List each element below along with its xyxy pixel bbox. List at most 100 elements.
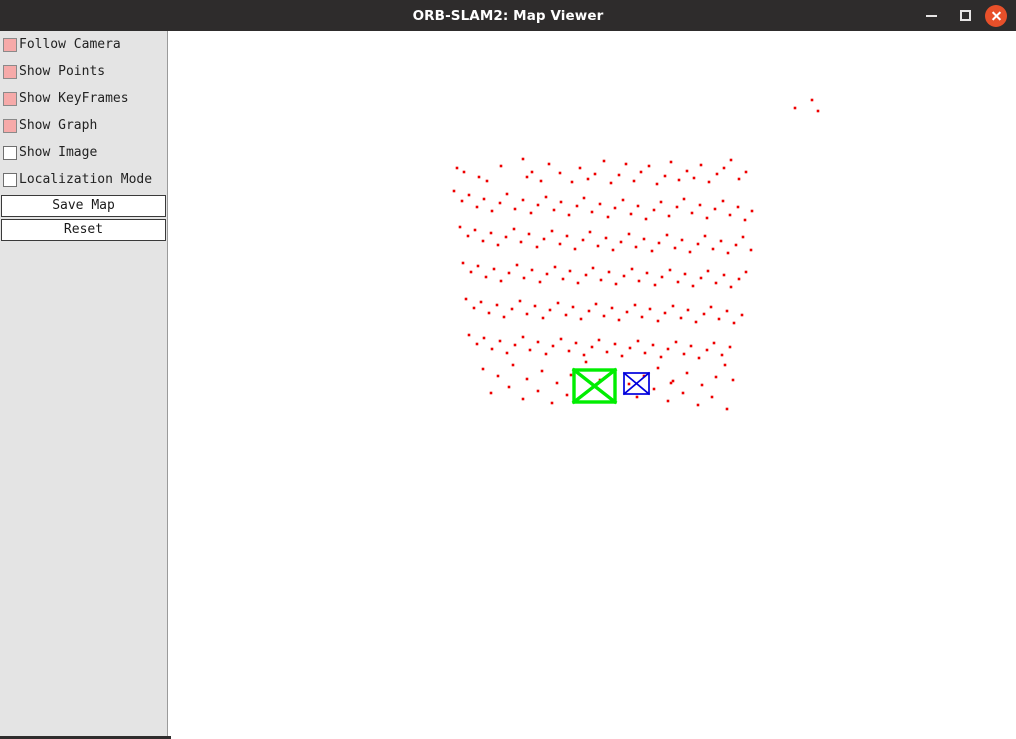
checkbox-show-keyframes-box[interactable]: [3, 91, 17, 106]
close-button[interactable]: [982, 0, 1016, 31]
map-point: [627, 232, 631, 236]
map-point: [496, 243, 500, 247]
map-point: [656, 319, 660, 323]
checkbox-show-graph-label: Show Graph: [19, 118, 98, 133]
map-point: [793, 106, 797, 110]
map-point: [709, 305, 713, 309]
map-point: [700, 383, 704, 387]
map-point: [630, 267, 634, 271]
map-render-canvas[interactable]: [171, 31, 1016, 739]
map-point: [552, 208, 556, 212]
map-point: [544, 195, 548, 199]
map-point: [677, 178, 681, 182]
map-point: [688, 250, 692, 254]
map-point: [476, 264, 480, 268]
map-point: [602, 159, 606, 163]
map-point: [679, 316, 683, 320]
map-point: [655, 182, 659, 186]
map-point: [498, 201, 502, 205]
map-point: [729, 158, 733, 162]
map-point: [680, 238, 684, 242]
map-point: [744, 270, 748, 274]
map-point: [593, 172, 597, 176]
map-point: [705, 348, 709, 352]
map-point: [467, 193, 471, 197]
map-point: [558, 171, 562, 175]
map-point: [644, 217, 648, 221]
map-point: [702, 312, 706, 316]
map-point: [643, 351, 647, 355]
map-point: [617, 173, 621, 177]
map-point: [610, 306, 614, 310]
map-point: [575, 204, 579, 208]
maximize-button[interactable]: [948, 0, 982, 31]
checkbox-follow-camera[interactable]: Follow Camera: [0, 31, 167, 58]
map-point: [521, 198, 525, 202]
map-point: [536, 203, 540, 207]
map-point: [479, 300, 483, 304]
checkbox-show-keyframes[interactable]: Show KeyFrames: [0, 85, 167, 112]
control-panel: Follow Camera Show Points Show KeyFrames…: [0, 31, 168, 736]
checkbox-show-image[interactable]: Show Image: [0, 139, 167, 166]
map-point: [624, 162, 628, 166]
map-point: [590, 345, 594, 349]
close-x-glyph: [991, 10, 1002, 21]
checkbox-follow-camera-label: Follow Camera: [19, 37, 121, 52]
map-point: [542, 237, 546, 241]
checkbox-show-graph-box[interactable]: [3, 118, 17, 133]
map-point: [535, 245, 539, 249]
checkbox-show-points-label: Show Points: [19, 64, 106, 79]
map-point: [632, 179, 636, 183]
save-map-button[interactable]: Save Map: [1, 195, 166, 217]
maximize-icon: [959, 10, 971, 21]
checkbox-localization-mode[interactable]: Localization Mode: [0, 166, 167, 193]
checkbox-show-image-box[interactable]: [3, 145, 17, 160]
map-point: [671, 304, 675, 308]
map-point: [569, 373, 573, 377]
map-point: [544, 352, 548, 356]
map-point: [545, 272, 549, 276]
map-point: [521, 157, 525, 161]
map-point: [519, 240, 523, 244]
map-point: [611, 248, 615, 252]
map-point: [698, 203, 702, 207]
checkbox-localization-mode-box[interactable]: [3, 172, 17, 187]
map-point: [594, 302, 598, 306]
map-point: [683, 272, 687, 276]
map-point: [656, 366, 660, 370]
map-point: [692, 176, 696, 180]
checkbox-show-points-box[interactable]: [3, 64, 17, 79]
map-point: [462, 170, 466, 174]
map-point: [490, 209, 494, 213]
map-point: [737, 177, 741, 181]
map-point: [555, 381, 559, 385]
map-point: [564, 313, 568, 317]
map-point: [502, 315, 506, 319]
map-point: [510, 307, 514, 311]
map-point: [481, 367, 485, 371]
reset-button[interactable]: Reset: [1, 219, 166, 241]
map-point: [467, 333, 471, 337]
map-point: [737, 277, 741, 281]
checkbox-follow-camera-box[interactable]: [3, 37, 17, 52]
map-point: [539, 179, 543, 183]
map-viewport[interactable]: [171, 31, 1016, 739]
map-point: [487, 311, 491, 315]
map-point: [576, 281, 580, 285]
minimize-button[interactable]: [914, 0, 948, 31]
current-camera-frustum: [571, 367, 618, 405]
map-point: [588, 230, 592, 234]
checkbox-show-points[interactable]: Show Points: [0, 58, 167, 85]
map-point: [706, 269, 710, 273]
map-point: [669, 160, 673, 164]
map-point: [652, 387, 656, 391]
checkbox-show-graph[interactable]: Show Graph: [0, 112, 167, 139]
map-point: [495, 303, 499, 307]
map-point: [527, 232, 531, 236]
map-point: [637, 279, 641, 283]
map-point: [634, 245, 638, 249]
map-point: [570, 180, 574, 184]
map-point: [464, 297, 468, 301]
map-point: [597, 338, 601, 342]
map-point: [682, 352, 686, 356]
